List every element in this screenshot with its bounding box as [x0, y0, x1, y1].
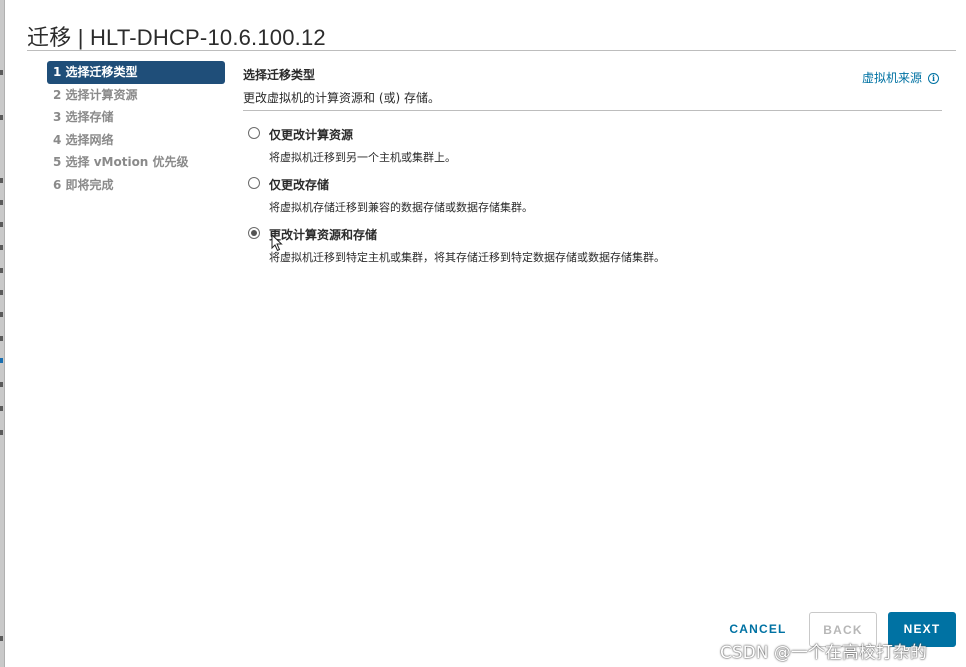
vm-origin-link[interactable]: 虚拟机来源 i: [862, 69, 940, 86]
migrate-dialog: 迁移 | HLT-DHCP-10.6.100.12 1 选择迁移类型 2 选择计…: [0, 0, 966, 667]
edge-mark: [0, 268, 3, 273]
option-description: 将虚拟机存储迁移到兼容的数据存储或数据存储集群。: [269, 201, 533, 214]
option-label[interactable]: 仅更改存储: [269, 176, 329, 193]
step-title: 选择迁移类型: [243, 68, 316, 82]
radio-change-compute-and-storage[interactable]: [248, 227, 260, 239]
edge-mark: [0, 336, 3, 341]
wizard-steps-nav: 1 选择迁移类型 2 选择计算资源 3 选择存储 4 选择网络 5 选择 vMo…: [47, 61, 225, 197]
edge-mark: [0, 70, 3, 75]
edge-mark: [0, 312, 3, 317]
info-icon[interactable]: i: [928, 73, 940, 84]
edge-mark: [0, 290, 3, 295]
content-divider: [243, 110, 942, 111]
edge-mark: [0, 178, 3, 183]
edge-mark: [0, 382, 3, 387]
step-ready-to-complete[interactable]: 6 即将完成: [47, 174, 225, 197]
step-subtitle: 更改虚拟机的计算资源和 (或) 存储。: [243, 91, 440, 105]
edge-mark: [0, 115, 3, 120]
step-select-storage[interactable]: 3 选择存储: [47, 106, 225, 129]
step-content-header: 选择迁移类型 更改虚拟机的计算资源和 (或) 存储。: [243, 66, 943, 106]
step-select-migration-type[interactable]: 1 选择迁移类型: [47, 61, 225, 84]
option-description: 将虚拟机迁移到另一个主机或集群上。: [269, 151, 456, 164]
vm-origin-link-label[interactable]: 虚拟机来源: [862, 71, 922, 85]
background-window-edge: [0, 0, 5, 667]
radio-change-storage-only[interactable]: [248, 177, 260, 189]
edge-mark: [0, 406, 3, 411]
step-select-network[interactable]: 4 选择网络: [47, 129, 225, 152]
option-label[interactable]: 更改计算资源和存储: [269, 226, 377, 243]
watermark: CSDN @一个在高校打杂的: [720, 643, 927, 663]
mouse-cursor-icon: [271, 234, 283, 252]
edge-mark: [0, 430, 3, 435]
step-select-compute-resource[interactable]: 2 选择计算资源: [47, 84, 225, 107]
edge-mark: [0, 636, 3, 641]
edge-mark: [0, 222, 3, 227]
step-select-vmotion-priority[interactable]: 5 选择 vMotion 优先级: [47, 151, 225, 174]
option-description: 将虚拟机迁移到特定主机或集群，将其存储迁移到特定数据存储或数据存储集群。: [269, 251, 665, 264]
radio-change-compute-only[interactable]: [248, 127, 260, 139]
edge-mark: [0, 245, 3, 250]
edge-mark: [0, 358, 3, 363]
title-divider: [27, 50, 956, 51]
edge-mark: [0, 200, 3, 205]
dialog-title: 迁移 | HLT-DHCP-10.6.100.12: [27, 25, 326, 50]
option-label[interactable]: 仅更改计算资源: [269, 126, 353, 143]
